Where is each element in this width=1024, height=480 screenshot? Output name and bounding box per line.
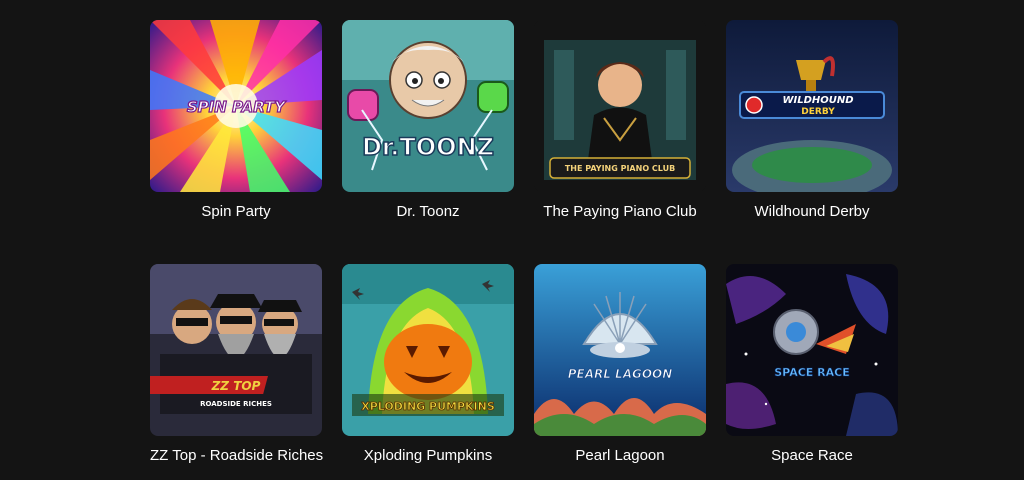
wildhound-derby-artwork: WILDHOUND DERBY xyxy=(726,20,898,192)
game-title[interactable]: Dr. Toonz xyxy=(342,203,514,220)
game-title[interactable]: Spin Party xyxy=(150,203,322,220)
game-card-zz-top-roadside-riches[interactable]: ZZ TOP ROADSIDE RICHES ZZ Top - Roadside… xyxy=(150,264,323,464)
game-thumbnail[interactable]: PEARL LAGOON xyxy=(534,264,706,436)
game-card-space-race[interactable]: SPACE RACE Space Race xyxy=(726,264,898,464)
wildhound-derby-logo-line2: DERBY xyxy=(801,107,835,117)
game-title[interactable]: Space Race xyxy=(726,447,898,464)
game-title[interactable]: Xploding Pumpkins xyxy=(342,447,514,464)
spin-party-logo: SPIN PARTY xyxy=(187,98,287,116)
game-thumbnail[interactable]: THE PAYING PIANO CLUB xyxy=(534,20,706,192)
paying-piano-club-artwork: THE PAYING PIANO CLUB xyxy=(534,20,706,192)
game-card-paying-piano-club[interactable]: THE PAYING PIANO CLUB The Paying Piano C… xyxy=(534,20,706,220)
zz-top-logo-line2: ROADSIDE RICHES xyxy=(200,400,272,408)
zz-top-artwork: ZZ TOP ROADSIDE RICHES xyxy=(150,264,322,436)
xploding-pumpkins-artwork: XPLODING PUMPKINS xyxy=(342,264,514,436)
pearl-lagoon-logo: PEARL LAGOON xyxy=(568,367,673,381)
game-card-spin-party[interactable]: SPIN PARTY Spin Party xyxy=(150,20,322,220)
game-card-pearl-lagoon[interactable]: PEARL LAGOON Pearl Lagoon xyxy=(534,264,706,464)
game-thumbnail[interactable]: SPACE RACE xyxy=(726,264,898,436)
game-thumbnail[interactable]: ZZ TOP ROADSIDE RICHES xyxy=(150,264,322,436)
wildhound-derby-logo-line1: WILDHOUND xyxy=(782,95,853,106)
game-title[interactable]: The Paying Piano Club xyxy=(534,203,706,220)
pearl-lagoon-artwork: PEARL LAGOON xyxy=(534,264,706,436)
game-title[interactable]: Pearl Lagoon xyxy=(534,447,706,464)
space-race-artwork: SPACE RACE xyxy=(726,264,898,436)
space-race-logo: SPACE RACE xyxy=(774,366,849,379)
game-card-xploding-pumpkins[interactable]: XPLODING PUMPKINS Xploding Pumpkins xyxy=(342,264,514,464)
game-thumbnail[interactable]: XPLODING PUMPKINS xyxy=(342,264,514,436)
game-card-dr-toonz[interactable]: Dr.TOONZ Dr. Toonz xyxy=(342,20,514,220)
game-card-wildhound-derby[interactable]: WILDHOUND DERBY Wildhound Derby xyxy=(726,20,898,220)
spin-party-artwork: SPIN PARTY xyxy=(150,20,322,192)
game-thumbnail[interactable]: Dr.TOONZ xyxy=(342,20,514,192)
dr-toonz-logo: Dr.TOONZ xyxy=(362,133,494,161)
zz-top-logo-line1: ZZ TOP xyxy=(211,379,261,393)
game-title[interactable]: Wildhound Derby xyxy=(726,203,898,220)
xploding-pumpkins-logo: XPLODING PUMPKINS xyxy=(361,400,495,413)
paying-piano-club-logo: THE PAYING PIANO CLUB xyxy=(565,164,675,173)
game-thumbnail[interactable]: SPIN PARTY xyxy=(150,20,322,192)
dr-toonz-artwork: Dr.TOONZ xyxy=(342,20,514,192)
game-title[interactable]: ZZ Top - Roadside Riches xyxy=(150,447,323,464)
game-thumbnail[interactable]: WILDHOUND DERBY xyxy=(726,20,898,192)
